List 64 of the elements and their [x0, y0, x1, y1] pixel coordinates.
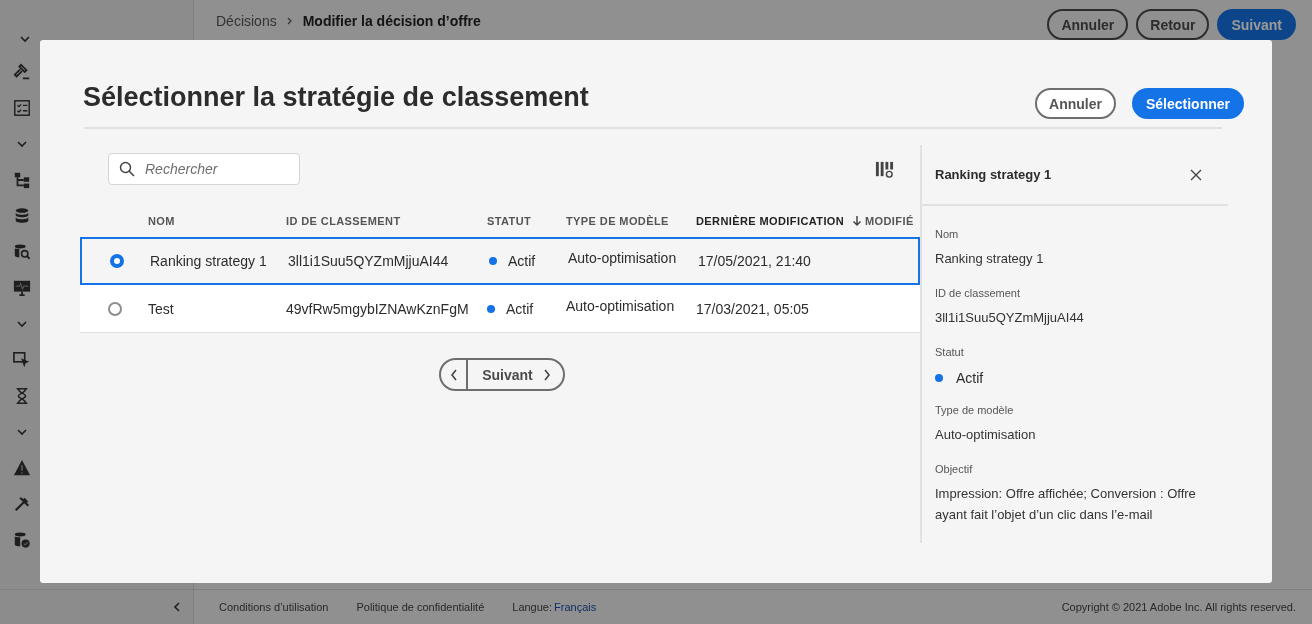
table-cell-text: 17/05/2021, 21:40	[698, 253, 812, 269]
column-header[interactable]: NOM	[148, 215, 286, 227]
search-field[interactable]: Rechercher	[108, 153, 300, 185]
chevron-down-icon[interactable]	[16, 426, 28, 438]
collapse-icon[interactable]	[171, 601, 183, 613]
table-cell-text: 3ll1i1Suu5QYZmMjjuAI44	[288, 253, 450, 269]
table-cell-text: Ranking strategy 1	[150, 253, 268, 269]
column-header[interactable]: ID DE CLASSEMENT	[286, 215, 487, 227]
cancel-button[interactable]: Annuler	[1035, 88, 1116, 119]
footer-link[interactable]: Conditions d’utilisation	[219, 601, 329, 613]
table-row[interactable]: Test 49vfRw5mgybIZNAwKznFgM Actif Auto-optimisation 17/03/2021, 05:05	[80, 285, 920, 333]
status-text: Actif	[506, 300, 534, 317]
table-cell-text: Test	[148, 300, 175, 317]
table-cell-text: Auto-optimisation	[566, 297, 676, 314]
database-check-icon[interactable]	[13, 531, 31, 549]
chevron-down-icon[interactable]	[16, 318, 28, 330]
status-text: Actif	[508, 253, 536, 269]
tools-icon[interactable]	[13, 495, 31, 513]
monitor-icon[interactable]	[13, 279, 31, 297]
column-header[interactable]: DERNIÈRE MODIFICATION	[696, 215, 865, 227]
field-value: Actif	[956, 370, 984, 386]
column-header[interactable]: TYPE DE MODÈLE	[566, 215, 696, 227]
field-label: Statut	[935, 346, 965, 358]
chevron-down-icon[interactable]	[16, 138, 28, 150]
chevron-down-icon[interactable]	[19, 33, 31, 45]
details-title: Ranking strategy 1	[935, 167, 1052, 182]
radio-button[interactable]	[108, 301, 122, 316]
cursor-icon[interactable]	[13, 351, 31, 369]
language-label: Langue:	[512, 601, 553, 613]
field-label: Objectif	[935, 463, 974, 475]
table-cell-text: Auto-optimisation	[568, 250, 678, 266]
table-row[interactable]: Ranking strategy 1 3ll1i1Suu5QYZmMjjuAI44 Actif Auto-optimisation 17/05/2021, 21:40	[80, 237, 920, 285]
chevron-right-icon	[285, 17, 294, 25]
sort-arrow-icon	[852, 215, 863, 227]
dialog-title: Sélectionner la stratégie de classement	[83, 82, 589, 113]
checklist-icon[interactable]	[13, 99, 31, 117]
field-value: Ranking strategy 1	[935, 250, 1045, 268]
field-value: 3ll1i1Suu5QYZmMjjuAI44	[935, 309, 1085, 327]
database-search-icon[interactable]	[13, 243, 31, 261]
radio-button[interactable]	[110, 254, 124, 268]
field-value: Auto-optimisation	[935, 426, 1037, 444]
hierarchy-icon[interactable]	[13, 171, 31, 189]
column-header[interactable]: STATUT	[487, 215, 566, 227]
field-value: Impression: Offre affichée; Conversion : Offre ayant fait l’objet d’un clic dans l’e-mail	[935, 485, 1197, 524]
field-label: Nom	[935, 228, 960, 240]
footer-link[interactable]: Politique de confidentialité	[356, 601, 485, 613]
gavel-icon[interactable]	[13, 63, 31, 81]
column-header[interactable]: MODIFIÉ	[865, 215, 920, 227]
search-icon	[119, 161, 135, 177]
table-cell-text: 49vfRw5mgybIZNAwKznFgM	[286, 300, 470, 317]
select-button[interactable]: Sélectionner	[1131, 88, 1244, 119]
warning-icon[interactable]	[13, 459, 31, 477]
breadcrumb-item[interactable]: Décisions	[216, 13, 277, 29]
copyright-text: Copyright © 2021 Adobe Inc. All rights reserved.	[1061, 601, 1296, 613]
table-cell-text: 17/03/2021, 05:05	[696, 300, 810, 317]
column-settings-icon[interactable]	[875, 159, 894, 179]
close-icon[interactable]	[1190, 168, 1202, 181]
field-label: ID de classement	[935, 287, 1021, 299]
chevron-right-icon	[542, 368, 551, 381]
chevron-left-icon	[449, 368, 458, 381]
field-label: Type de modèle	[935, 404, 1015, 416]
database-icon[interactable]	[13, 207, 31, 225]
language-link[interactable]: Français	[554, 601, 597, 613]
breadcrumb-item: Modifier la décision d’offre	[302, 13, 481, 29]
